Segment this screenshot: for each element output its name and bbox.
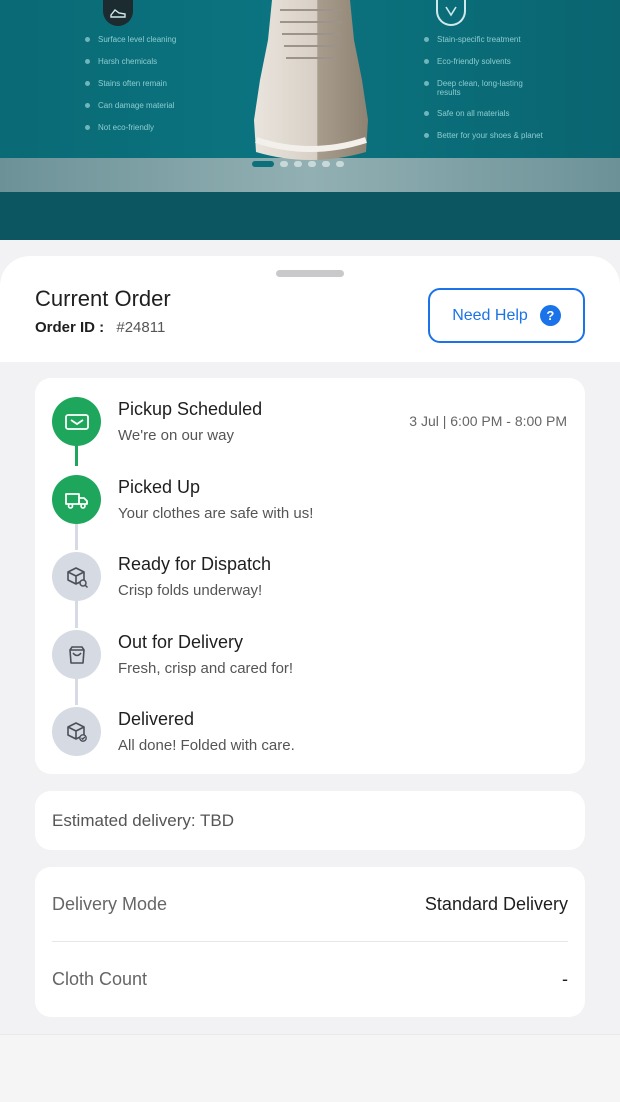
carousel-dot[interactable]: [336, 161, 344, 167]
step-title: Out for Delivery: [118, 632, 244, 652]
badge-icon: [436, 0, 466, 26]
step-title: Pickup Scheduled: [118, 399, 263, 419]
drag-handle[interactable]: [276, 270, 344, 277]
help-question-icon: ?: [539, 305, 561, 326]
need-help-button[interactable]: Need Help ?: [428, 288, 585, 343]
box-search-icon: [52, 552, 101, 601]
bag-icon: [52, 630, 101, 679]
estimated-delivery-card: Estimated delivery: TBD: [35, 791, 585, 850]
banner-right-item: Eco-friendly solvents: [424, 57, 543, 79]
banner-right-column: Stain-specific treatment Eco-friendly so…: [424, 0, 543, 153]
banner-left-item: Surface level cleaning: [85, 35, 176, 57]
detail-label: Delivery Mode: [52, 893, 168, 914]
estimated-delivery-text: Estimated delivery: TBD: [52, 810, 235, 830]
banner-right-item: Deep clean, long-lasting results: [424, 79, 543, 109]
detail-row-delivery-mode: Delivery Mode Standard Delivery: [52, 867, 568, 941]
step-subtitle: Crisp folds underway!: [118, 582, 263, 599]
banner-left-item: Stains often remain: [85, 79, 176, 101]
banner-left-list: Surface level cleaning Harsh chemicals S…: [85, 35, 176, 145]
sheet-bottom-area: [0, 1034, 620, 1102]
step-title: Picked Up: [118, 477, 201, 497]
banner-left-item: Harsh chemicals: [85, 57, 176, 79]
banner-right-list: Stain-specific treatment Eco-friendly so…: [424, 35, 543, 153]
carousel-dot[interactable]: [322, 161, 330, 167]
timeline-step-out-for-delivery: Out for Delivery Fresh, crisp and cared …: [35, 630, 585, 690]
timeline-step-ready-for-dispatch: Ready for Dispatch Crisp folds underway!: [35, 552, 585, 612]
order-id: Order ID : #24811: [35, 319, 165, 336]
truck-icon: [52, 475, 101, 524]
step-subtitle: All done! Folded with care.: [118, 737, 295, 754]
timeline-step-pickup-scheduled: Pickup Scheduled We're on our way 3 Jul …: [35, 397, 585, 457]
order-details-card: Delivery Mode Standard Delivery Cloth Co…: [35, 867, 585, 1017]
carousel-dot[interactable]: [280, 161, 288, 167]
timeline-step-picked-up: Picked Up Your clothes are safe with us!: [35, 475, 585, 535]
need-help-label: Need Help: [452, 306, 528, 324]
carousel-dot[interactable]: [308, 161, 316, 167]
step-time: 3 Jul | 6:00 PM - 8:00 PM: [409, 413, 567, 429]
step-title: Ready for Dispatch: [118, 554, 272, 574]
timeline-step-delivered: Delivered All done! Folded with care.: [35, 707, 585, 767]
carousel-dot-active[interactable]: [252, 161, 274, 167]
shoe-cleaning-icon: [103, 0, 133, 26]
banner-right-item: Better for your shoes & planet: [424, 131, 543, 153]
banner-left-column: Surface level cleaning Harsh chemicals S…: [85, 0, 176, 145]
step-title: Delivered: [118, 709, 195, 729]
step-subtitle: Fresh, crisp and cared for!: [118, 660, 294, 677]
detail-value: -: [562, 968, 568, 989]
banner-left-item: Can damage material: [85, 101, 176, 123]
banner-right-item: Safe on all materials: [424, 109, 543, 131]
order-header: Current Order Order ID : #24811 Need Hel…: [0, 256, 620, 362]
banner-right-item: Stain-specific treatment: [424, 35, 543, 57]
order-id-value: #24811: [116, 319, 166, 336]
carousel-dots[interactable]: [252, 161, 344, 167]
shoe-image: [254, 0, 368, 160]
box-check-icon: [52, 707, 101, 756]
detail-value: Standard Delivery: [424, 893, 568, 914]
step-subtitle: We're on our way: [118, 427, 234, 444]
detail-row-cloth-count: Cloth Count -: [52, 942, 568, 1016]
detail-label: Cloth Count: [52, 968, 148, 989]
order-title: Current Order: [35, 286, 171, 311]
banner-left-item: Not eco-friendly: [85, 123, 176, 145]
order-bottom-sheet: Current Order Order ID : #24811 Need Hel…: [0, 256, 620, 1102]
order-timeline-card: Pickup Scheduled We're on our way 3 Jul …: [35, 378, 585, 774]
carousel-dot[interactable]: [294, 161, 302, 167]
promo-banner: Surface level cleaning Harsh chemicals S…: [0, 0, 620, 240]
ticket-icon: [52, 397, 101, 446]
banner-bottom: [0, 192, 620, 240]
step-subtitle: Your clothes are safe with us!: [118, 505, 314, 522]
order-id-label: Order ID :: [35, 319, 105, 336]
